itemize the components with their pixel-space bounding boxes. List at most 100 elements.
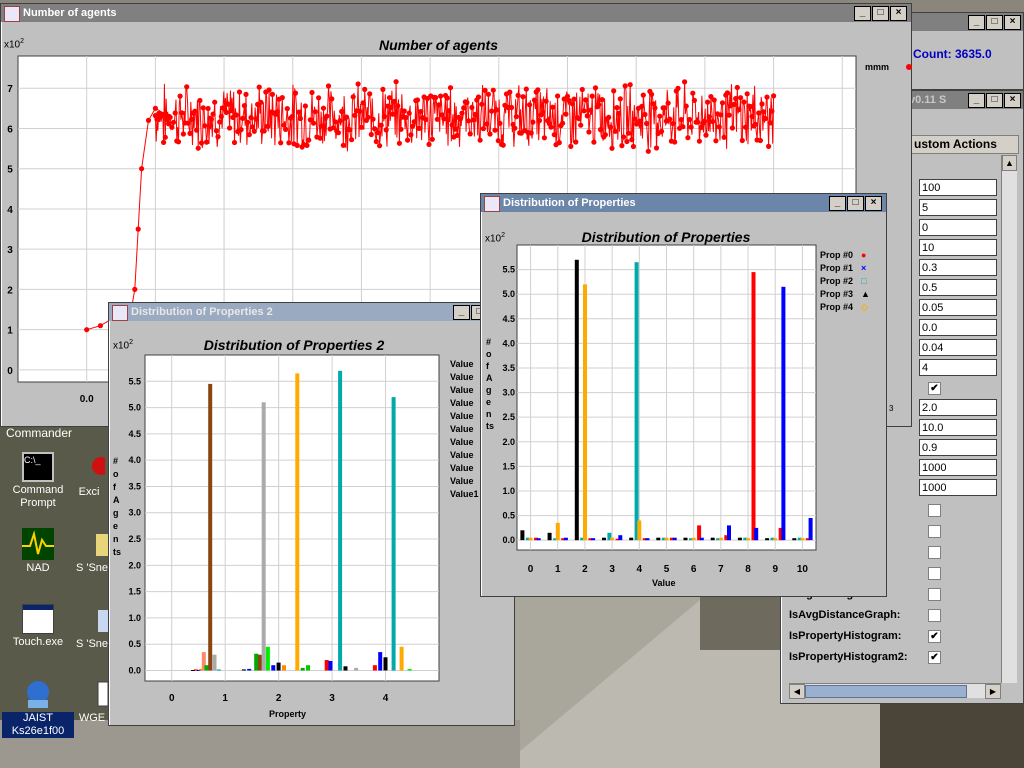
data-point — [304, 142, 310, 148]
parameter-value-field[interactable]: 1000 — [919, 479, 997, 496]
data-point — [236, 89, 243, 95]
x-tick-label: 2 — [582, 564, 588, 575]
parameter-value-field[interactable]: 5 — [919, 199, 997, 216]
data-point — [734, 84, 740, 91]
y-tick-label: 3.5 — [128, 481, 141, 491]
vertical-scrollbar[interactable]: ▲ — [1001, 155, 1017, 683]
data-point — [337, 118, 343, 124]
parameter-checkbox[interactable] — [928, 525, 941, 538]
parameter-value-field[interactable]: 0.9 — [919, 439, 997, 456]
bar — [773, 538, 778, 541]
data-point — [233, 112, 239, 118]
parameter-value-field[interactable]: 1000 — [919, 459, 997, 476]
desktop-icon-wge[interactable]: WGE — [74, 678, 110, 725]
data-point — [512, 125, 518, 131]
minimize-button[interactable]: _ — [968, 93, 985, 108]
desktop-icon-exci[interactable]: Exci — [66, 452, 112, 499]
count-window[interactable]: _ □ × Count: 3635.0 — [905, 12, 1024, 90]
data-point — [555, 93, 561, 99]
data-point — [536, 117, 543, 124]
parameter-checkbox[interactable] — [928, 588, 941, 601]
data-point — [212, 99, 218, 105]
parameter-value-field[interactable]: 10.0 — [919, 419, 997, 436]
dist2-window[interactable]: Distribution of Properties 2 _□ Distribu… — [108, 302, 515, 726]
parameter-checkbox[interactable]: ✔ — [928, 651, 941, 664]
parameter-value-field[interactable]: 4 — [919, 359, 997, 376]
data-point — [678, 117, 684, 123]
data-point — [472, 111, 478, 118]
parameter-value-field[interactable]: 0.5 — [919, 279, 997, 296]
y-tick-label: 2.0 — [502, 437, 515, 447]
bar — [751, 272, 756, 541]
bar — [754, 527, 759, 541]
commander-label[interactable]: Commander — [6, 426, 72, 440]
close-button[interactable]: × — [1004, 15, 1021, 30]
data-point — [375, 130, 381, 136]
bar — [306, 665, 310, 671]
maximize-button[interactable]: □ — [986, 15, 1003, 30]
minimize-button[interactable]: _ — [968, 15, 985, 30]
tab-custom-actions[interactable]: ustom Actions — [911, 135, 1019, 154]
bar — [338, 370, 343, 671]
scroll-right-arrow[interactable]: ▶ — [985, 684, 1001, 699]
scroll-thumb[interactable] — [805, 685, 967, 698]
desktop-icon-command-prompt[interactable]: C:\_ Command Prompt — [2, 452, 74, 510]
data-point — [625, 130, 632, 136]
parameter-checkbox[interactable]: ✔ — [928, 630, 941, 643]
parameter-value-field[interactable]: 2.0 — [919, 399, 997, 416]
parameter-checkbox[interactable] — [928, 504, 941, 517]
parameter-value-field[interactable]: 0.04 — [919, 339, 997, 356]
data-point — [573, 139, 579, 145]
data-point — [543, 98, 549, 104]
x-tick-label: 4 — [637, 564, 643, 575]
bar — [710, 537, 715, 541]
bar — [257, 654, 262, 671]
scroll-left-arrow[interactable]: ◀ — [789, 684, 805, 699]
bar — [383, 657, 388, 671]
network-icon — [22, 678, 54, 710]
close-button[interactable]: × — [1004, 93, 1021, 108]
parameter-value-field[interactable]: 100 — [919, 179, 997, 196]
parameter-value-field[interactable]: 10 — [919, 239, 997, 256]
dist1-bar-chart: 0 1 2 3 4 5 6 7 8 9 10 0.0 0.5 1.0 1.5 2.0 2.5 3.0 3.5 4.0 4… — [502, 244, 817, 575]
data-point — [180, 131, 186, 137]
parameter-checkbox[interactable] — [928, 567, 941, 580]
bar — [282, 665, 286, 671]
parameter-value-field[interactable]: 0.05 — [919, 299, 997, 316]
data-point — [637, 118, 643, 124]
bar — [261, 402, 266, 671]
data-point — [454, 132, 460, 138]
maximize-button[interactable]: □ — [986, 93, 1003, 108]
parameter-checkbox[interactable] — [928, 609, 941, 622]
scroll-up-arrow[interactable]: ▲ — [1002, 155, 1017, 171]
desktop-icon-touch-exe[interactable]: Touch.exe — [2, 604, 74, 649]
bar — [241, 669, 246, 671]
x-tick-label: 6 — [691, 564, 697, 575]
count-window-titlebar[interactable]: _ □ × — [906, 13, 1023, 31]
horizontal-scrollbar[interactable]: ◀ ▶ — [789, 683, 1001, 699]
parameter-value-field[interactable]: 0.3 — [919, 259, 997, 276]
data-point — [576, 116, 582, 122]
parameter-checkbox[interactable] — [928, 546, 941, 559]
data-point — [711, 97, 717, 103]
data-point — [579, 86, 585, 93]
data-point — [355, 81, 361, 87]
parameter-value-field[interactable]: 0.0 — [919, 319, 997, 336]
y-tick-label: 1.0 — [502, 486, 515, 496]
data-point — [749, 113, 755, 120]
y-tick-label: 2.0 — [128, 560, 141, 570]
data-point — [292, 90, 299, 96]
desktop-icon-nad[interactable]: NAD — [2, 528, 74, 575]
parameter-value-field[interactable]: 0 — [919, 219, 997, 236]
desktop-icon-s1[interactable]: S 'Sne — [74, 528, 110, 575]
data-point — [551, 132, 557, 138]
bar — [602, 537, 606, 541]
data-point — [192, 108, 198, 114]
dist1-window[interactable]: Distribution of Properties _ □ × Distribut… — [480, 193, 887, 597]
parameter-checkbox[interactable]: ✔ — [928, 382, 941, 395]
desktop-icon-jaist[interactable]: JAIST Ks26e1f00 — [2, 678, 74, 738]
data-point — [630, 143, 637, 150]
desktop-icon-s2[interactable]: S 'Sne — [74, 604, 110, 651]
data-point — [223, 109, 229, 115]
data-point — [296, 109, 302, 115]
